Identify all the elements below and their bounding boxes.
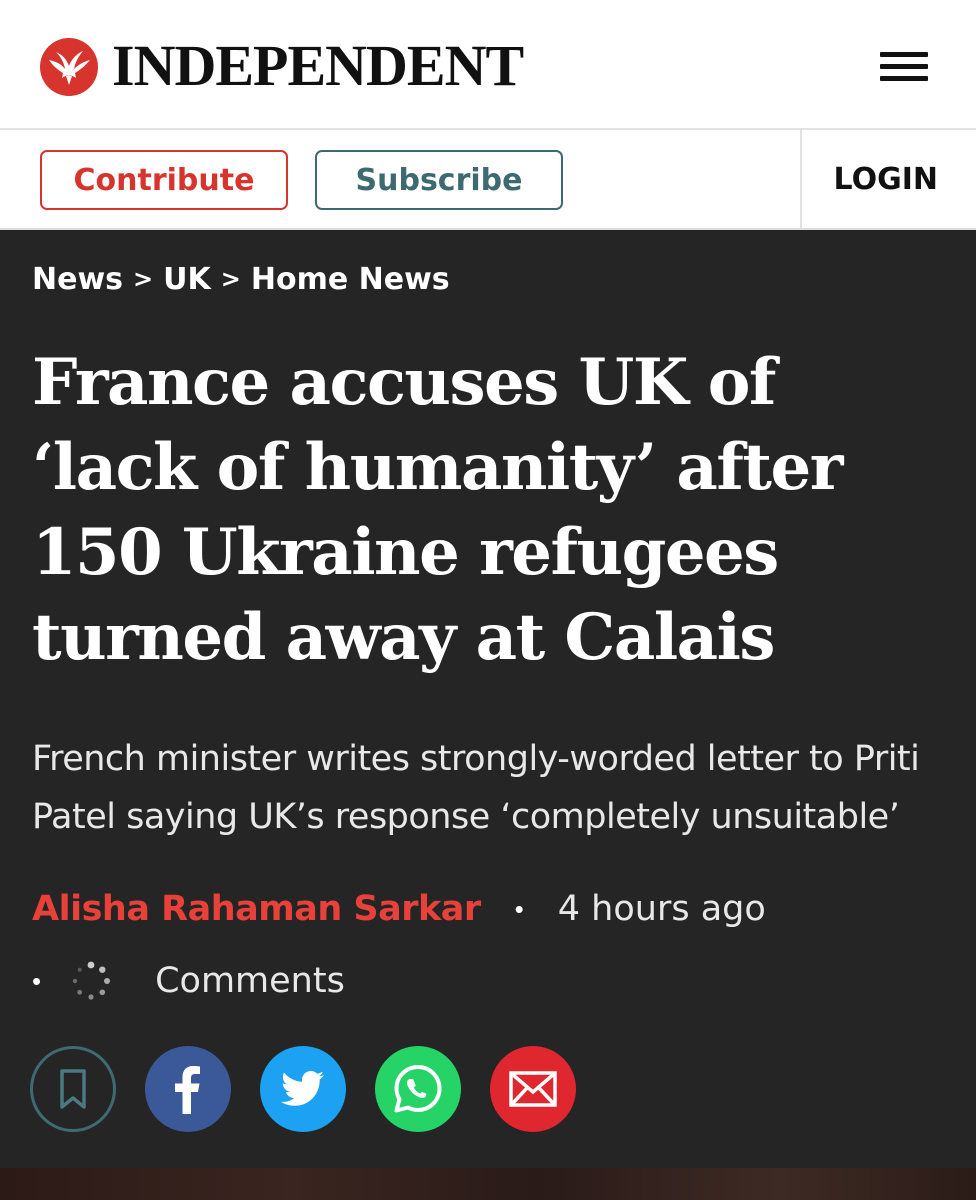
subscribe-button[interactable]: Subscribe — [315, 150, 563, 210]
action-bar: Contribute Subscribe LOGIN — [0, 130, 976, 230]
whatsapp-share-button[interactable] — [375, 1046, 461, 1132]
breadcrumb-home-news[interactable]: Home News — [251, 262, 450, 297]
whatsapp-icon — [394, 1065, 442, 1113]
author-link[interactable]: Alisha Rahaman Sarkar — [32, 889, 481, 929]
byline: Alisha Rahaman Sarkar • 4 hours ago — [32, 884, 766, 934]
breadcrumb-news[interactable]: News — [32, 262, 123, 297]
article-headline: France accuses UK of ‘lack of humanity’ … — [32, 345, 843, 675]
email-icon — [509, 1071, 557, 1107]
breadcrumb-separator: > — [220, 265, 241, 293]
facebook-icon — [175, 1066, 200, 1114]
contribute-button[interactable]: Contribute — [40, 150, 288, 210]
comments-row: • Comments — [32, 956, 345, 1006]
breadcrumb-separator: > — [133, 265, 154, 293]
bookmark-button[interactable] — [30, 1046, 116, 1132]
published-time: 4 hours ago — [557, 889, 766, 929]
meta-separator: • — [514, 893, 524, 924]
hamburger-menu-icon[interactable] — [880, 50, 930, 84]
facebook-share-button[interactable] — [145, 1046, 231, 1132]
article-hero-image — [0, 1168, 976, 1200]
login-button[interactable]: LOGIN — [834, 162, 938, 197]
site-header: INDEPENDENT — [0, 0, 976, 130]
article-standfirst: French minister writes strongly-worded l… — [32, 739, 920, 837]
twitter-share-button[interactable] — [260, 1046, 346, 1132]
menu-line — [880, 64, 928, 69]
twitter-icon — [280, 1071, 324, 1106]
breadcrumb-uk[interactable]: UK — [163, 262, 211, 297]
meta-separator: • — [32, 965, 42, 996]
login-area: LOGIN — [800, 130, 976, 228]
breadcrumb: News > UK > Home News — [32, 262, 450, 297]
eagle-icon[interactable] — [40, 38, 98, 96]
menu-line — [880, 76, 928, 81]
comments-link[interactable]: Comments — [155, 961, 345, 1001]
menu-line — [880, 52, 928, 57]
bookmark-icon — [60, 1069, 86, 1109]
email-share-button[interactable] — [490, 1046, 576, 1132]
loading-spinner-icon — [71, 961, 111, 1001]
brand-wordmark[interactable]: INDEPENDENT — [112, 34, 524, 98]
